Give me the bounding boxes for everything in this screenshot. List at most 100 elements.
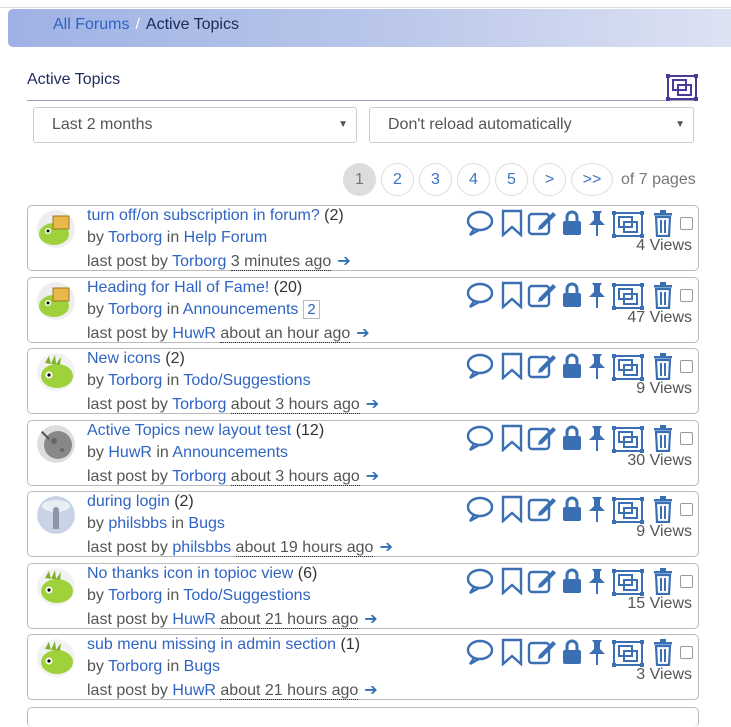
pin-icon[interactable]: [585, 567, 609, 600]
forum-link[interactable]: Announcements: [172, 444, 288, 461]
select-checkbox[interactable]: [680, 289, 693, 302]
go-to-last-post-icon[interactable]: ➔: [337, 253, 350, 270]
pin-icon[interactable]: [585, 424, 609, 457]
last-page-button[interactable]: >>: [571, 163, 613, 196]
page-badge[interactable]: 2: [303, 300, 320, 319]
last-poster-link[interactable]: HuwR: [172, 682, 216, 699]
author-link[interactable]: Torborg: [108, 301, 162, 318]
author-link[interactable]: philsbbs: [108, 515, 167, 532]
topic-title-link[interactable]: during login: [87, 493, 170, 510]
bookmark-icon[interactable]: [500, 424, 524, 457]
forum-link[interactable]: Help Forum: [184, 229, 268, 246]
reply-icon[interactable]: [465, 638, 495, 671]
bookmark-icon[interactable]: [500, 281, 524, 314]
topic-title-link[interactable]: No thanks icon in topioc view: [87, 565, 293, 582]
next-page-button[interactable]: >: [533, 163, 566, 196]
select-checkbox[interactable]: [680, 646, 693, 659]
pin-icon[interactable]: [585, 281, 609, 314]
pin-icon[interactable]: [585, 638, 609, 671]
forum-link[interactable]: Todo/Suggestions: [183, 372, 310, 389]
pin-icon[interactable]: [585, 209, 609, 242]
time-range-select[interactable]: Last 2 months ▼: [33, 107, 357, 143]
forum-link[interactable]: Announcements: [183, 301, 299, 318]
last-poster-link[interactable]: philsbbs: [172, 539, 231, 556]
pin-icon[interactable]: [585, 495, 609, 528]
author-link[interactable]: Torborg: [108, 658, 162, 675]
last-poster-link[interactable]: Torborg: [172, 253, 226, 270]
topic-title-link[interactable]: Active Topics new layout test: [87, 422, 291, 439]
go-to-last-post-icon[interactable]: ➔: [356, 325, 369, 342]
author-link[interactable]: Torborg: [108, 229, 162, 246]
lock-icon[interactable]: [560, 281, 584, 314]
page-4[interactable]: 4: [457, 163, 490, 196]
reply-icon[interactable]: [465, 424, 495, 457]
topic-title-link[interactable]: turn off/on subscription in forum?: [87, 207, 320, 224]
topic-title-link[interactable]: New icons: [87, 350, 161, 367]
reply-count: (6): [297, 565, 318, 582]
page-5[interactable]: 5: [495, 163, 528, 196]
go-to-last-post-icon[interactable]: ➔: [379, 539, 392, 556]
go-to-last-post-icon[interactable]: ➔: [366, 396, 379, 413]
edit-icon[interactable]: [527, 424, 557, 457]
pin-icon[interactable]: [585, 352, 609, 385]
page-2[interactable]: 2: [381, 163, 414, 196]
layout-toggle-icon[interactable]: [666, 72, 698, 102]
reply-icon[interactable]: [465, 281, 495, 314]
divider: [27, 100, 697, 101]
select-checkbox[interactable]: [680, 217, 693, 230]
reload-select[interactable]: Don't reload automatically ▼: [369, 107, 694, 143]
lock-icon[interactable]: [560, 567, 584, 600]
bookmark-icon[interactable]: [500, 209, 524, 242]
forum-link[interactable]: Bugs: [184, 658, 220, 675]
view-count: 9 Views: [636, 523, 692, 540]
go-to-last-post-icon[interactable]: ➔: [364, 611, 377, 628]
topic-row: turn off/on subscription in forum? (2) by…: [27, 205, 699, 271]
in-label: in: [166, 658, 180, 675]
edit-icon[interactable]: [527, 567, 557, 600]
last-post-time: about an hour ago: [220, 325, 351, 343]
author-link[interactable]: Torborg: [108, 372, 162, 389]
reply-icon[interactable]: [465, 352, 495, 385]
topic-title-link[interactable]: sub menu missing in admin section: [87, 636, 336, 653]
view-count: 4 Views: [636, 237, 692, 254]
author-link[interactable]: HuwR: [108, 444, 152, 461]
lock-icon[interactable]: [560, 638, 584, 671]
in-label: in: [166, 587, 180, 604]
lock-icon[interactable]: [560, 424, 584, 457]
forum-link[interactable]: Bugs: [188, 515, 224, 532]
reply-icon[interactable]: [465, 495, 495, 528]
reply-icon[interactable]: [465, 567, 495, 600]
last-poster-link[interactable]: Torborg: [172, 396, 226, 413]
forum-link[interactable]: Todo/Suggestions: [183, 587, 310, 604]
lock-icon[interactable]: [560, 495, 584, 528]
breadcrumb-all-forums[interactable]: All Forums: [53, 16, 129, 33]
bookmark-icon[interactable]: [500, 352, 524, 385]
edit-icon[interactable]: [527, 352, 557, 385]
lock-icon[interactable]: [560, 209, 584, 242]
lock-icon[interactable]: [560, 352, 584, 385]
select-checkbox[interactable]: [680, 503, 693, 516]
by-label: by: [87, 658, 104, 675]
select-checkbox[interactable]: [680, 575, 693, 588]
go-to-last-post-icon[interactable]: ➔: [366, 468, 379, 485]
last-poster-link[interactable]: Torborg: [172, 468, 226, 485]
edit-icon[interactable]: [527, 209, 557, 242]
edit-icon[interactable]: [527, 281, 557, 314]
bookmark-icon[interactable]: [500, 495, 524, 528]
go-to-last-post-icon[interactable]: ➔: [364, 682, 377, 699]
last-poster-link[interactable]: HuwR: [172, 325, 216, 342]
select-checkbox[interactable]: [680, 432, 693, 445]
bookmark-icon[interactable]: [500, 638, 524, 671]
page-3[interactable]: 3: [419, 163, 452, 196]
chevron-down-icon: ▼: [675, 119, 685, 130]
page-1[interactable]: 1: [343, 163, 376, 196]
edit-icon[interactable]: [527, 638, 557, 671]
last-poster-link[interactable]: HuwR: [172, 611, 216, 628]
select-checkbox[interactable]: [680, 360, 693, 373]
edit-icon[interactable]: [527, 495, 557, 528]
topic-title-link[interactable]: Heading for Hall of Fame!: [87, 279, 269, 296]
bookmark-icon[interactable]: [500, 567, 524, 600]
author-link[interactable]: Torborg: [108, 587, 162, 604]
reply-icon[interactable]: [465, 209, 495, 242]
topic-row: during login (2) by philsbbs in Bugs last …: [27, 491, 699, 557]
